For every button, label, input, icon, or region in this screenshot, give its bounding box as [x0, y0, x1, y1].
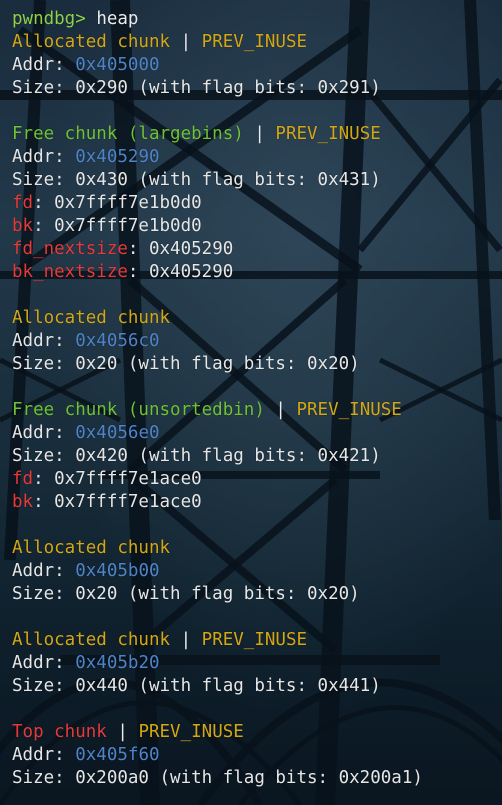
chunk-address: 0x405f60	[75, 745, 160, 765]
chunk-title: Allocated chunk	[12, 32, 171, 52]
chunk-flag: PREV_INUSE	[201, 630, 308, 650]
chunk-address: 0x405000	[75, 55, 160, 75]
addr-label: Addr:	[12, 423, 65, 443]
chunk-size-line: Size: 0x20 (with flag bits: 0x20)	[12, 584, 360, 604]
pointer-line: bk: 0x7ffff7e1ace0	[12, 491, 496, 514]
chunk-size-line: Size: 0x430 (with flag bits: 0x431)	[12, 170, 381, 190]
chunk-addr-line: Addr: 0x405000	[12, 54, 496, 77]
prompt-name: pwndbg>	[12, 9, 86, 29]
chunk-addr-line: Addr: 0x405290	[12, 146, 496, 169]
chunk-addr-line: Addr: 0x405b00	[12, 560, 496, 583]
chunk-addr-line: Addr: 0x405f60	[12, 744, 496, 767]
pointer-key: fd	[12, 193, 34, 213]
pointer-line: bk: 0x7ffff7e1b0d0	[12, 215, 496, 238]
chunk-title: Allocated chunk	[12, 538, 171, 558]
pointer-value: : 0x405290	[127, 262, 234, 282]
chunk-size-line: Size: 0x200a0 (with flag bits: 0x200a1)	[12, 768, 423, 788]
chunk-size-line: Size: 0x290 (with flag bits: 0x291)	[12, 78, 381, 98]
chunk-title: Allocated chunk	[12, 308, 171, 328]
chunk-size-line: Size: 0x20 (with flag bits: 0x20)	[12, 354, 360, 374]
chunk-flag: PREV_INUSE	[275, 124, 381, 144]
chunk-address: 0x405b00	[75, 561, 160, 581]
pointer-value: : 0x7ffff7e1ace0	[33, 469, 202, 489]
chunk-header: Allocated chunk	[12, 537, 496, 560]
pointer-line: bk_nextsize: 0x405290	[12, 261, 496, 284]
addr-label: Addr:	[12, 331, 65, 351]
chunk-address: 0x405b20	[75, 653, 160, 673]
chunk-header: Allocated chunk | PREV_INUSE	[12, 629, 496, 652]
pointer-line: fd: 0x7ffff7e1ace0	[12, 468, 496, 491]
chunk-flag: PREV_INUSE	[201, 32, 308, 52]
pointer-key: bk	[12, 216, 34, 236]
chunk-title: Top chunk	[12, 722, 107, 742]
pointer-line: fd: 0x7ffff7e1b0d0	[12, 192, 496, 215]
chunk-title: Allocated chunk	[12, 630, 171, 650]
chunk-address: 0x405290	[75, 147, 160, 167]
pointer-value: : 0x405290	[127, 239, 234, 259]
pointer-value: : 0x7ffff7e1ace0	[33, 492, 202, 512]
pointer-value: : 0x7ffff7e1b0d0	[33, 216, 202, 236]
chunk-header: Allocated chunk | PREV_INUSE	[12, 31, 496, 54]
pointer-value: : 0x7ffff7e1b0d0	[33, 193, 202, 213]
chunk-flag: PREV_INUSE	[138, 722, 244, 742]
chunk-separator: |	[106, 722, 139, 742]
addr-label: Addr:	[12, 745, 65, 765]
pointer-key: fd	[12, 469, 34, 489]
chunk-address: 0x4056e0	[75, 423, 160, 443]
chunk-separator: |	[243, 124, 276, 144]
pointer-key: bk	[12, 492, 34, 512]
chunk-addr-line: Addr: 0x4056c0	[12, 330, 496, 353]
chunk-size-line: Size: 0x420 (with flag bits: 0x421)	[12, 446, 381, 466]
chunk-separator: |	[170, 630, 202, 650]
chunk-separator: |	[170, 32, 202, 52]
chunk-flag: PREV_INUSE	[296, 400, 402, 420]
chunk-addr-line: Addr: 0x405b20	[12, 652, 496, 675]
pointer-key: fd_nextsize	[12, 239, 128, 259]
addr-label: Addr:	[12, 55, 65, 75]
pointer-key: bk_nextsize	[12, 262, 128, 282]
chunk-header: Top chunk | PREV_INUSE	[12, 721, 496, 744]
prompt-line: pwndbg> heap	[12, 8, 496, 31]
terminal-output[interactable]: pwndbg> heap Allocated chunk | PREV_INUS…	[12, 8, 496, 790]
chunk-separator: |	[264, 400, 297, 420]
addr-label: Addr:	[12, 147, 65, 167]
chunk-header: Free chunk (unsortedbin) | PREV_INUSE	[12, 399, 496, 422]
chunk-title: Free chunk (largebins)	[12, 124, 244, 144]
chunk-address: 0x4056c0	[75, 331, 160, 351]
addr-label: Addr:	[12, 561, 65, 581]
prompt-command: heap	[96, 9, 139, 29]
chunk-header: Allocated chunk	[12, 307, 496, 330]
chunk-header: Free chunk (largebins) | PREV_INUSE	[12, 123, 496, 146]
addr-label: Addr:	[12, 653, 65, 673]
chunk-addr-line: Addr: 0x4056e0	[12, 422, 496, 445]
terminal-window[interactable]: pwndbg> heap Allocated chunk | PREV_INUS…	[0, 0, 502, 805]
chunk-size-line: Size: 0x440 (with flag bits: 0x441)	[12, 676, 381, 696]
chunk-title: Free chunk (unsortedbin)	[12, 400, 265, 420]
pointer-line: fd_nextsize: 0x405290	[12, 238, 496, 261]
